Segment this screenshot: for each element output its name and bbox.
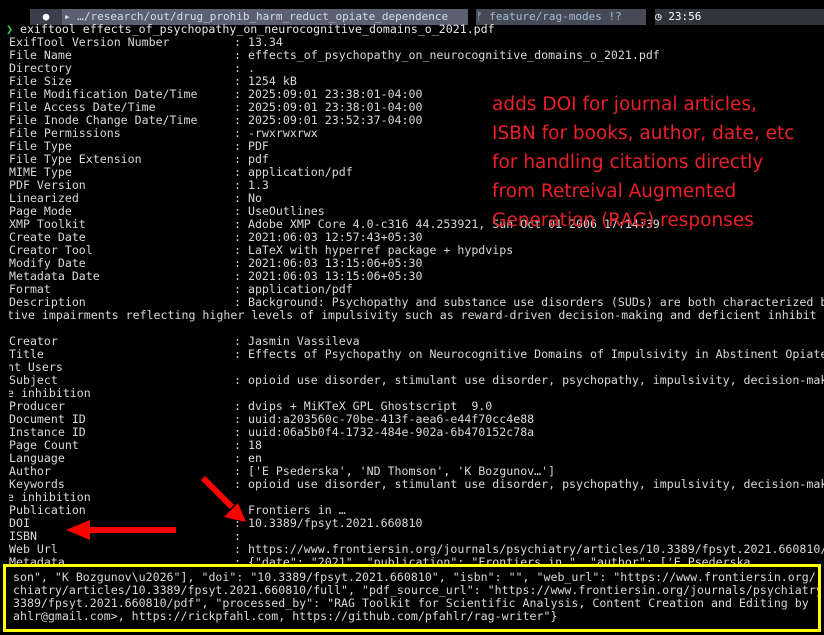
arrow-to-doi-key <box>66 520 176 540</box>
arrow-to-doi-value <box>200 475 246 522</box>
annotation-arrows <box>66 475 246 540</box>
